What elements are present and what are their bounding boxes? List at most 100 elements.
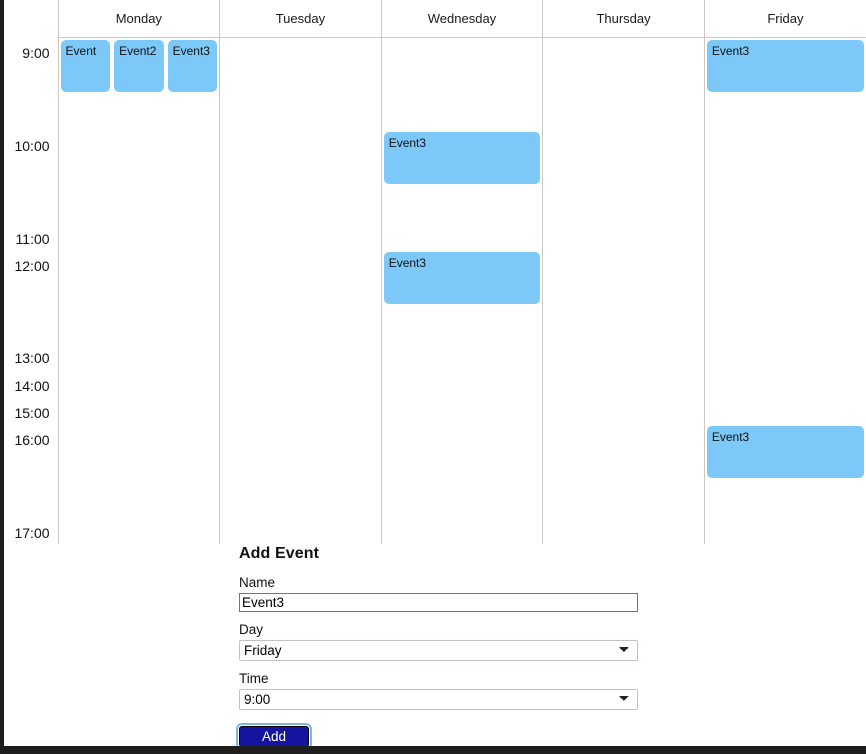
calendar-slot-wednesday-1200[interactable]: Event3 xyxy=(381,249,544,343)
calendar-slot-monday-1600[interactable] xyxy=(58,424,221,517)
calendar-slot-monday-1700[interactable] xyxy=(58,516,221,544)
calendar-slot-tuesday-1700[interactable] xyxy=(219,516,382,544)
time-field-group: Time 9:0010:0011:0012:0013:0014:0015:001… xyxy=(239,671,659,710)
calendar-slot-friday-1600[interactable]: Event3 xyxy=(704,424,866,517)
calendar-slot-wednesday-1000[interactable]: Event3 xyxy=(381,130,544,223)
name-label: Name xyxy=(239,575,276,590)
calendar-slot-friday-1200[interactable] xyxy=(704,249,866,343)
time-label: 10:00 xyxy=(14,138,50,155)
calendar-slot-wednesday-1500[interactable] xyxy=(381,396,544,425)
calendar-slot-wednesday-1700[interactable] xyxy=(381,516,544,544)
calendar-slot-monday-1100[interactable] xyxy=(58,222,221,250)
time-label: 13:00 xyxy=(14,350,50,367)
calendar-slot-tuesday-1000[interactable] xyxy=(219,130,382,223)
calendar-slot-thursday-1200[interactable] xyxy=(542,249,705,343)
time-label: 16:00 xyxy=(14,432,50,449)
time-slot-label-cell: 9:00 xyxy=(4,37,59,131)
calendar-slot-tuesday-1600[interactable] xyxy=(219,424,382,517)
calendar-slot-wednesday-1300[interactable] xyxy=(381,342,544,370)
calendar-slot-monday-1200[interactable] xyxy=(58,249,221,343)
calendar-slot-monday-900[interactable]: Event Event2 Event3 xyxy=(58,37,221,131)
calendar-slot-friday-1400[interactable] xyxy=(704,369,866,397)
calendar-slot-thursday-1000[interactable] xyxy=(542,130,705,223)
day-header-friday: Friday xyxy=(704,0,866,38)
calendar-slot-thursday-1100[interactable] xyxy=(542,222,705,250)
time-slot-label-cell: 10:00 xyxy=(4,130,59,223)
calendar-slot-tuesday-900[interactable] xyxy=(219,37,382,131)
calendar-event[interactable]: Event3 xyxy=(383,251,541,304)
day-header-monday: Monday xyxy=(58,0,221,38)
time-label: 14:00 xyxy=(14,377,50,394)
add-event-button[interactable]: Add xyxy=(235,723,313,746)
time-label: Time xyxy=(239,671,269,686)
slot-events-container: Event3 xyxy=(382,250,543,342)
time-slot-label-cell: 14:00 xyxy=(4,369,59,397)
calendar-slot-tuesday-1100[interactable] xyxy=(219,222,382,250)
calendar-body: 9:00 Event Event2 Event3 Event3 10:00 Event3 11… xyxy=(4,37,866,544)
calendar-slot-wednesday-1600[interactable] xyxy=(381,424,544,517)
day-header-wednesday: Wednesday xyxy=(381,0,544,38)
calendar-row: 14:00 xyxy=(4,369,866,397)
calendar-row: 10:00 Event3 xyxy=(4,130,866,223)
day-header-thursday: Thursday xyxy=(542,0,705,38)
calendar-slot-friday-1500[interactable] xyxy=(704,396,866,425)
calendar-slot-thursday-1600[interactable] xyxy=(542,424,705,517)
calendar-slot-friday-1300[interactable] xyxy=(704,342,866,370)
form-title: Add Event xyxy=(239,545,320,562)
calendar-slot-thursday-1500[interactable] xyxy=(542,396,705,425)
calendar-slot-thursday-1400[interactable] xyxy=(542,369,705,397)
calendar-header-row: Monday Tuesday Wednesday Thursday Friday xyxy=(4,0,866,38)
day-header-tuesday: Tuesday xyxy=(219,0,382,38)
calendar-slot-thursday-900[interactable] xyxy=(542,37,705,131)
time-label: 11:00 xyxy=(15,230,50,247)
calendar-slot-friday-1700[interactable] xyxy=(704,516,866,544)
calendar-slot-tuesday-1500[interactable] xyxy=(219,396,382,425)
calendar-row: 13:00 xyxy=(4,342,866,370)
calendar-row: 9:00 Event Event2 Event3 Event3 xyxy=(4,37,866,131)
calendar-row: 15:00 xyxy=(4,396,866,425)
calendar-slot-tuesday-1400[interactable] xyxy=(219,369,382,397)
calendar-event[interactable]: Event3 xyxy=(706,39,864,92)
weekly-calendar: Monday Tuesday Wednesday Thursday Friday 9:0… xyxy=(4,0,866,544)
calendar-slot-thursday-1300[interactable] xyxy=(542,342,705,370)
calendar-slot-tuesday-1300[interactable] xyxy=(219,342,382,370)
event-name-input[interactable] xyxy=(239,593,638,612)
calendar-slot-monday-1500[interactable] xyxy=(58,396,221,425)
calendar-event[interactable]: Event2 xyxy=(114,39,164,92)
time-label: 17:00 xyxy=(14,524,50,541)
calendar-slot-tuesday-1200[interactable] xyxy=(219,249,382,343)
time-slot-label-cell: 12:00 xyxy=(4,249,59,343)
slot-events-container: Event3 xyxy=(382,130,543,222)
calendar-slot-friday-1100[interactable] xyxy=(704,222,866,250)
calendar-slot-wednesday-1400[interactable] xyxy=(381,369,544,397)
time-slot-label-cell: 16:00 xyxy=(4,424,59,517)
calendar-slot-monday-1400[interactable] xyxy=(58,369,221,397)
calendar-slot-friday-1000[interactable] xyxy=(704,130,866,223)
calendar-row: 12:00 Event3 xyxy=(4,249,866,343)
calendar-slot-monday-1000[interactable] xyxy=(58,130,221,223)
time-slot-label-cell: 13:00 xyxy=(4,342,59,370)
page-root: Monday Tuesday Wednesday Thursday Friday 9:0… xyxy=(4,0,866,746)
slot-events-container: Event Event2 Event3 xyxy=(59,38,220,131)
calendar-event[interactable]: Event3 xyxy=(383,132,541,185)
calendar-event[interactable]: Event3 xyxy=(167,39,218,92)
time-column-header xyxy=(4,0,59,37)
day-field-group: Day MondayTuesdayWednesdayThursdayFriday xyxy=(239,622,659,661)
calendar-event[interactable]: Event xyxy=(60,39,111,92)
calendar-row: 17:00 xyxy=(4,516,866,544)
time-label: 15:00 xyxy=(14,404,50,421)
calendar-slot-wednesday-900[interactable] xyxy=(381,37,544,131)
calendar-slot-thursday-1700[interactable] xyxy=(542,516,705,544)
calendar-slot-wednesday-1100[interactable] xyxy=(381,222,544,250)
calendar-event[interactable]: Event3 xyxy=(706,426,864,479)
calendar-slot-monday-1300[interactable] xyxy=(58,342,221,370)
time-label: 9:00 xyxy=(22,45,50,61)
event-day-select[interactable]: MondayTuesdayWednesdayThursdayFriday xyxy=(239,640,638,661)
time-slot-label-cell: 11:00 xyxy=(4,222,59,250)
time-slot-label-cell: 17:00 xyxy=(4,516,59,544)
slot-events-container: Event3 xyxy=(705,424,866,516)
day-label: Day xyxy=(239,622,264,637)
event-time-select[interactable]: 9:0010:0011:0012:0013:0014:0015:0016:001… xyxy=(239,689,638,710)
calendar-slot-friday-900[interactable]: Event3 xyxy=(704,37,866,131)
calendar-row: 16:00 Event3 xyxy=(4,424,866,517)
